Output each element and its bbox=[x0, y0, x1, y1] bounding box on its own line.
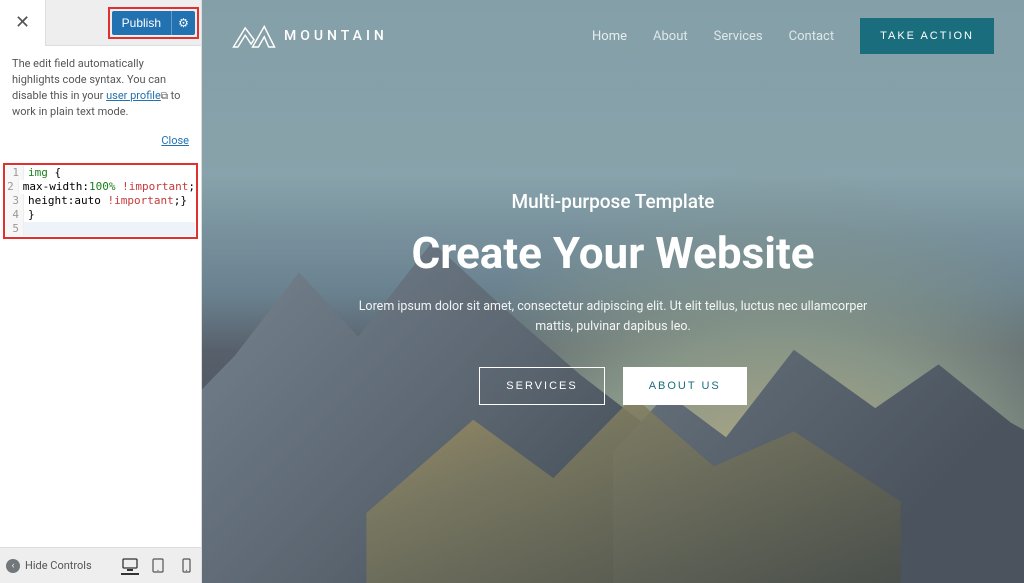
hero-services-button[interactable]: SERVICES bbox=[479, 367, 604, 405]
close-desc-row: Close bbox=[0, 130, 201, 155]
mountain-logo-icon bbox=[232, 22, 276, 50]
code-line[interactable]: 4} bbox=[6, 208, 195, 222]
gear-icon: ⚙ bbox=[178, 16, 189, 30]
nav-contact[interactable]: Contact bbox=[789, 29, 834, 44]
external-link-icon: ⧉ bbox=[161, 90, 168, 105]
user-profile-link[interactable]: user profile bbox=[106, 89, 161, 102]
site-brand[interactable]: MOUNTAIN bbox=[232, 22, 388, 50]
hide-controls-label: Hide Controls bbox=[25, 559, 92, 572]
code-line[interactable]: 1img { bbox=[6, 166, 195, 180]
hero-title: Create Your Website bbox=[411, 227, 814, 279]
code-text[interactable]: } bbox=[24, 208, 35, 222]
customizer-header: ✕ Publish ⚙ bbox=[0, 0, 201, 46]
close-panel-button[interactable]: ✕ bbox=[0, 0, 46, 46]
brand-name: MOUNTAIN bbox=[284, 28, 388, 44]
hide-controls-button[interactable]: ‹ Hide Controls bbox=[6, 559, 92, 573]
hero-about-button[interactable]: ABOUT US bbox=[623, 367, 747, 405]
desktop-preview-button[interactable] bbox=[121, 557, 139, 575]
customizer-panel: ✕ Publish ⚙ The edit field automatically… bbox=[0, 0, 202, 583]
mobile-preview-button[interactable] bbox=[177, 557, 195, 575]
code-line[interactable]: 3height:auto !important;} bbox=[6, 194, 195, 208]
line-number: 1 bbox=[6, 166, 24, 180]
nav-about[interactable]: About bbox=[653, 29, 688, 44]
publish-button[interactable]: Publish bbox=[112, 11, 171, 35]
code-line[interactable]: 5 bbox=[6, 222, 195, 236]
hero-section: Multi-purpose Template Create Your Websi… bbox=[202, 72, 1024, 583]
line-number: 2 bbox=[6, 180, 19, 194]
chevron-left-icon: ‹ bbox=[6, 559, 20, 573]
close-link[interactable]: Close bbox=[161, 134, 189, 147]
publish-button-group: Publish ⚙ bbox=[112, 11, 195, 35]
code-text[interactable] bbox=[24, 222, 195, 236]
tablet-preview-button[interactable] bbox=[149, 557, 167, 575]
desktop-icon bbox=[122, 558, 138, 572]
site-preview: MOUNTAIN Home About Services Contact TAK… bbox=[202, 0, 1024, 583]
nav-services[interactable]: Services bbox=[714, 29, 763, 44]
line-number: 3 bbox=[6, 194, 24, 208]
code-text[interactable]: max-width:100% !important; bbox=[19, 180, 195, 194]
code-text[interactable]: height:auto !important;} bbox=[24, 194, 187, 208]
nav-home[interactable]: Home bbox=[592, 29, 627, 44]
site-header: MOUNTAIN Home About Services Contact TAK… bbox=[202, 0, 1024, 72]
preview-content: MOUNTAIN Home About Services Contact TAK… bbox=[202, 0, 1024, 583]
editor-description: The edit field automatically highlights … bbox=[0, 46, 201, 130]
code-text[interactable]: img { bbox=[24, 166, 61, 180]
hero-description: Lorem ipsum dolor sit amet, consectetur … bbox=[353, 297, 873, 337]
code-line[interactable]: 2max-width:100% !important; bbox=[6, 180, 195, 194]
line-number: 4 bbox=[6, 208, 24, 222]
take-action-button[interactable]: TAKE ACTION bbox=[860, 18, 994, 54]
hero-buttons: SERVICES ABOUT US bbox=[479, 367, 746, 405]
mobile-icon bbox=[182, 558, 191, 573]
publish-settings-button[interactable]: ⚙ bbox=[171, 11, 195, 35]
css-code-editor-highlight: 1img {2max-width:100% !important;3height… bbox=[5, 165, 196, 237]
css-code-editor[interactable]: 1img {2max-width:100% !important;3height… bbox=[6, 166, 195, 236]
device-preview-toggles bbox=[121, 557, 195, 575]
hero-subtitle: Multi-purpose Template bbox=[511, 190, 714, 213]
tablet-icon bbox=[152, 558, 164, 573]
main-nav: Home About Services Contact TAKE ACTION bbox=[592, 18, 994, 54]
line-number: 5 bbox=[6, 222, 24, 236]
customizer-footer: ‹ Hide Controls bbox=[0, 547, 201, 583]
